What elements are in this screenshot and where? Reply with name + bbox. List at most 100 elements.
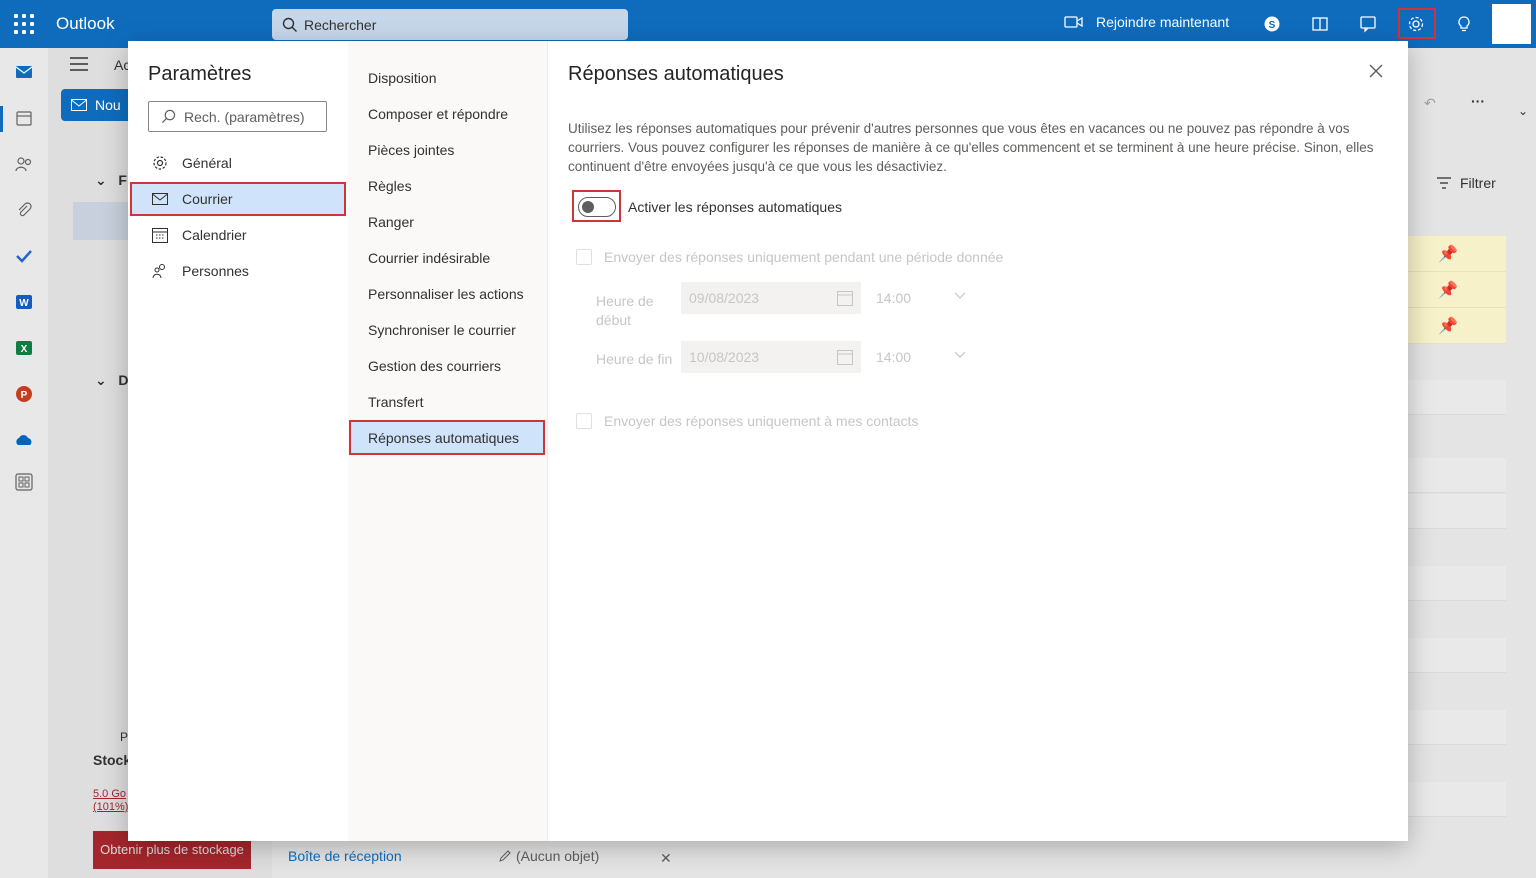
tips-lightbulb-icon[interactable] bbox=[1452, 12, 1476, 36]
selected-folder[interactable] bbox=[73, 202, 128, 240]
message-row[interactable] bbox=[1408, 710, 1506, 745]
calendar-icon bbox=[152, 228, 168, 243]
category-general[interactable]: Général bbox=[130, 146, 346, 180]
mail-subcategories: Disposition Composer et répondre Pièces … bbox=[348, 41, 548, 841]
global-search[interactable]: Rechercher bbox=[272, 9, 628, 40]
pin-icon: 📌 bbox=[1438, 282, 1458, 299]
pin-icon: 📌 bbox=[1438, 318, 1458, 335]
draft-tab[interactable]: (Aucun objet) bbox=[498, 848, 599, 864]
contacts-only-checkbox[interactable] bbox=[576, 413, 592, 429]
settings-categories: Paramètres Rech. (paramètres) Général Co… bbox=[128, 41, 348, 841]
start-date-input[interactable]: 09/08/2023 bbox=[681, 282, 861, 314]
pin-icon: 📌 bbox=[1438, 246, 1458, 263]
chevron-down-icon[interactable]: ⌄ bbox=[1518, 104, 1528, 118]
subcategory-junk-mail[interactable]: Courrier indésirable bbox=[368, 250, 490, 266]
rail-active-indicator bbox=[0, 106, 3, 132]
close-icon[interactable] bbox=[1366, 61, 1386, 81]
subcategory-automatic-replies[interactable]: Réponses automatiques bbox=[349, 420, 545, 455]
onedrive-icon[interactable] bbox=[14, 430, 34, 450]
settings-title: Paramètres bbox=[148, 63, 252, 85]
close-icon[interactable]: ✕ bbox=[660, 850, 672, 867]
subcategory-sync-mail[interactable]: Synchroniser le courrier bbox=[368, 322, 516, 338]
automatic-replies-panel: Réponses automatiques Utilisez les répon… bbox=[548, 41, 1408, 841]
category-people[interactable]: Personnes bbox=[130, 254, 346, 288]
pencil-icon bbox=[499, 850, 511, 862]
settings-search-placeholder: Rech. (paramètres) bbox=[184, 108, 305, 125]
category-mail[interactable]: Courrier bbox=[130, 182, 346, 216]
start-time-label: Heure de début bbox=[596, 292, 654, 330]
chevron-down-icon bbox=[954, 292, 966, 299]
attachment-icon[interactable] bbox=[14, 200, 34, 220]
feedback-icon[interactable] bbox=[1356, 12, 1380, 36]
folder-group-account[interactable]: ⌄ D bbox=[95, 372, 129, 389]
settings-search-input[interactable]: Rech. (paramètres) bbox=[148, 101, 327, 132]
category-label: Courrier bbox=[182, 191, 233, 207]
period-checkbox-label: Envoyer des réponses uniquement pendant … bbox=[604, 249, 1004, 265]
people-icon bbox=[152, 264, 165, 279]
category-calendar[interactable]: Calendrier bbox=[130, 218, 346, 252]
message-row[interactable] bbox=[1408, 566, 1506, 601]
storage-usage[interactable]: 5.0 Go (101%) bbox=[93, 788, 128, 814]
folder-group-favorites[interactable]: ⌄ F bbox=[95, 172, 127, 189]
subcategory-rules[interactable]: Règles bbox=[368, 178, 412, 194]
todo-check-icon[interactable] bbox=[14, 246, 34, 266]
more-options-icon[interactable]: ··· bbox=[1471, 93, 1485, 109]
auto-reply-toggle[interactable] bbox=[578, 197, 616, 217]
subcategory-layout[interactable]: Disposition bbox=[368, 70, 436, 86]
join-now-button[interactable]: Rejoindre maintenant bbox=[1064, 14, 1229, 30]
subcategory-message-handling[interactable]: Gestion des courriers bbox=[368, 358, 501, 374]
end-time-select[interactable]: 14:00 bbox=[876, 341, 966, 373]
subcategory-compose-reply[interactable]: Composer et répondre bbox=[368, 106, 508, 122]
panel-title: Réponses automatiques bbox=[568, 63, 784, 85]
message-row[interactable] bbox=[1408, 638, 1506, 673]
start-date-value: 09/08/2023 bbox=[689, 290, 760, 306]
new-mail-label: Nou bbox=[95, 97, 121, 113]
svg-text:P: P bbox=[21, 390, 28, 401]
skype-icon[interactable]: S bbox=[1260, 12, 1284, 36]
chevron-down-icon bbox=[954, 351, 966, 358]
svg-text:X: X bbox=[21, 344, 28, 355]
end-date-input[interactable]: 10/08/2023 bbox=[681, 341, 861, 373]
storage-heading: Stock bbox=[93, 752, 132, 768]
calendar-icon[interactable] bbox=[14, 108, 34, 128]
app-launcher-icon[interactable] bbox=[12, 12, 36, 36]
period-checkbox[interactable] bbox=[576, 249, 592, 265]
mail-icon[interactable] bbox=[14, 62, 34, 82]
category-label: Calendrier bbox=[182, 227, 247, 243]
app-name[interactable]: Outlook bbox=[56, 14, 115, 34]
message-row-pinned[interactable]: 📌 bbox=[1408, 272, 1506, 308]
message-row[interactable] bbox=[1408, 380, 1506, 415]
gear-icon bbox=[153, 156, 167, 170]
message-row-pinned[interactable]: 📌 bbox=[1408, 308, 1506, 344]
storage-percent: (101%) bbox=[93, 801, 129, 813]
people-icon[interactable] bbox=[14, 154, 34, 174]
message-row-pinned[interactable]: 📌 bbox=[1408, 236, 1506, 272]
word-icon[interactable]: W bbox=[14, 292, 34, 312]
auto-reply-toggle-label[interactable]: Activer les réponses automatiques bbox=[628, 199, 842, 215]
subcategory-forwarding[interactable]: Transfert bbox=[368, 394, 424, 410]
settings-highlight-frame bbox=[1398, 8, 1436, 39]
filter-button[interactable]: Filtrer bbox=[1436, 175, 1496, 191]
storage-amount: 5.0 Go bbox=[93, 788, 127, 800]
hamburger-icon[interactable] bbox=[70, 57, 88, 74]
excel-icon[interactable]: X bbox=[14, 338, 34, 358]
message-row[interactable] bbox=[1408, 494, 1506, 529]
message-row[interactable] bbox=[1408, 782, 1506, 817]
toggle-highlight-frame bbox=[572, 190, 621, 222]
subcategory-attachments[interactable]: Pièces jointes bbox=[368, 142, 454, 158]
end-date-value: 10/08/2023 bbox=[689, 349, 760, 365]
category-label: Général bbox=[182, 155, 232, 171]
toggle-knob bbox=[582, 201, 594, 213]
inbox-tab[interactable]: Boîte de réception bbox=[288, 848, 402, 864]
office-icon[interactable] bbox=[1308, 12, 1332, 36]
search-icon bbox=[282, 17, 297, 32]
undo-icon[interactable]: ↶ bbox=[1424, 95, 1436, 112]
subcategory-customize-actions[interactable]: Personnaliser les actions bbox=[368, 286, 524, 302]
powerpoint-icon[interactable]: P bbox=[14, 384, 34, 404]
mail-icon bbox=[152, 193, 168, 205]
start-time-select[interactable]: 14:00 bbox=[876, 282, 966, 314]
avatar[interactable] bbox=[1492, 4, 1531, 44]
message-row[interactable] bbox=[1408, 458, 1506, 493]
more-apps-icon[interactable] bbox=[14, 472, 34, 492]
subcategory-sweep[interactable]: Ranger bbox=[368, 214, 414, 230]
